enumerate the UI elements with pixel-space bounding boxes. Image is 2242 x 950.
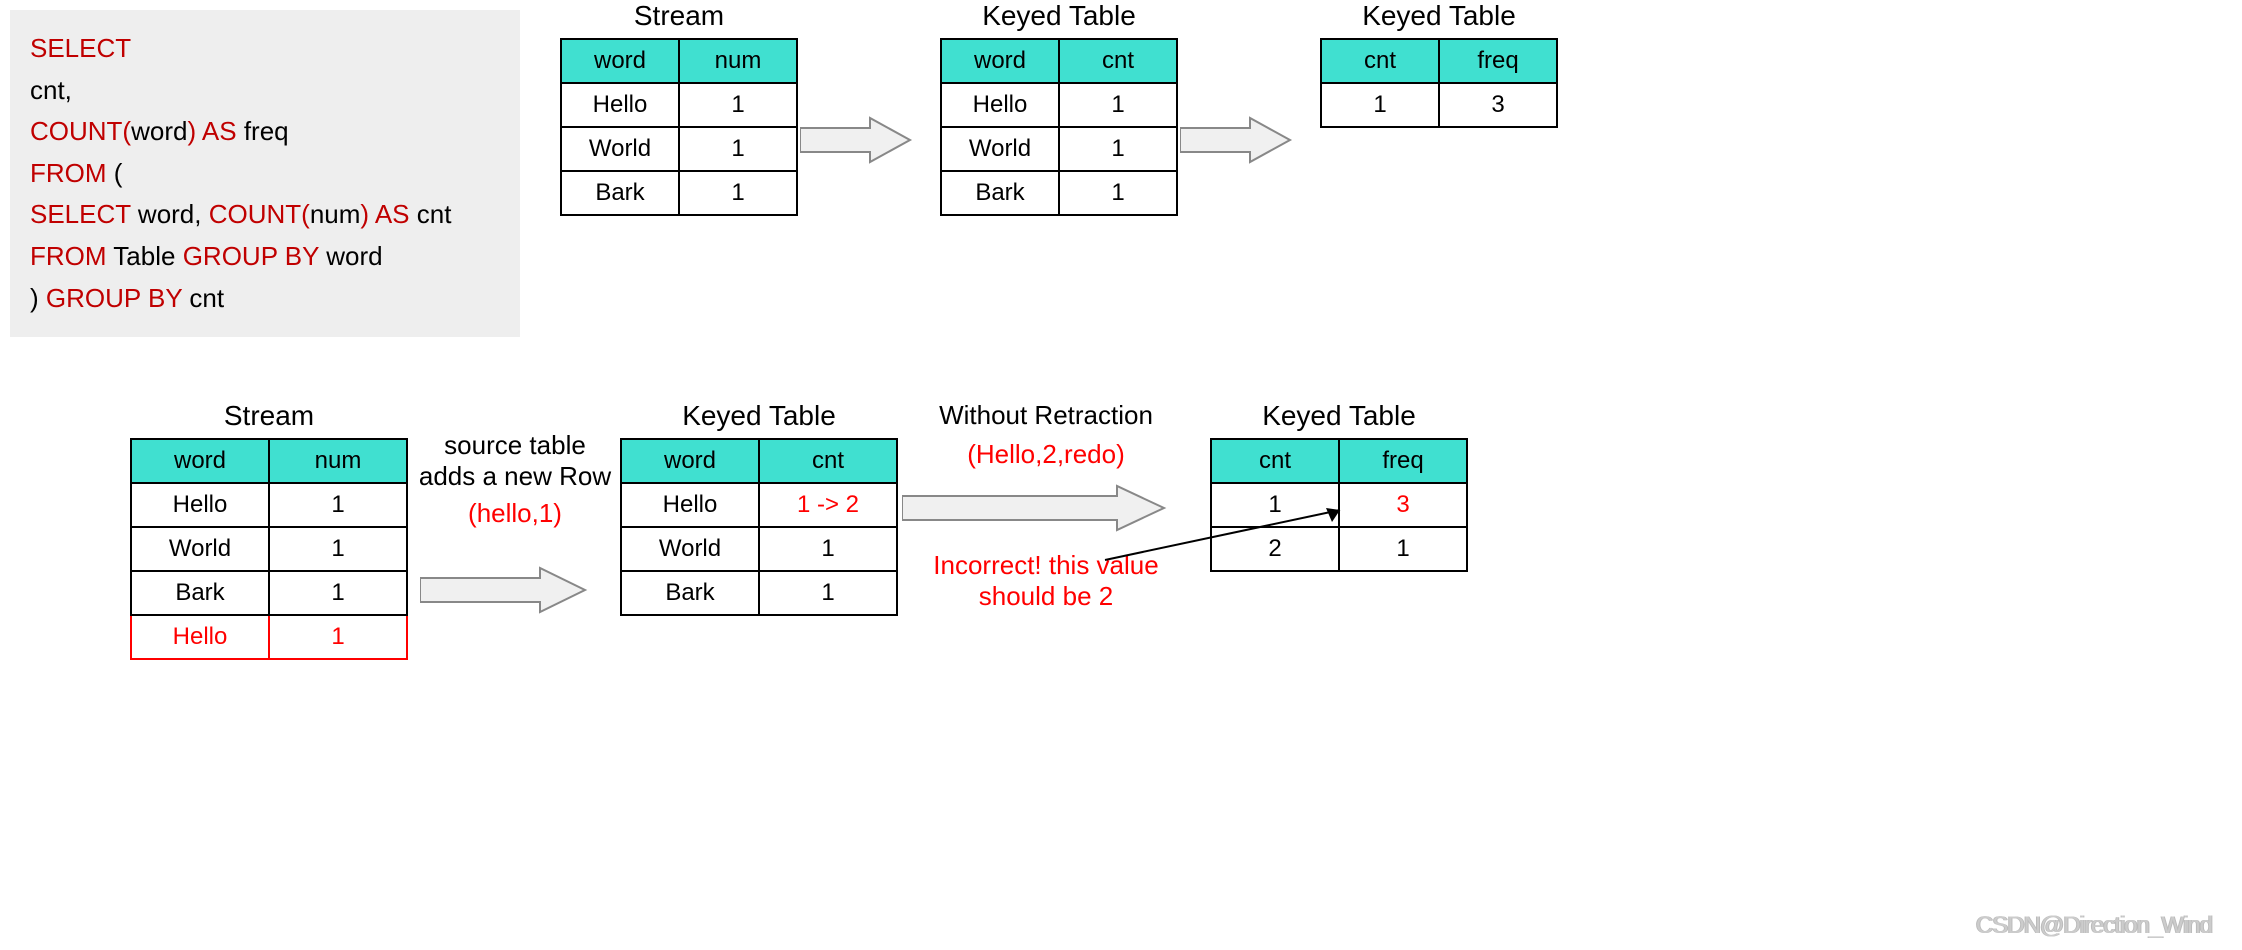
table-title: Keyed Table xyxy=(1210,400,1468,432)
top-stream-block: Stream wordnum Hello1 World1 Bark1 xyxy=(560,0,798,216)
pointer-arrow-icon xyxy=(1100,500,1360,570)
source-table-note: source table adds a new Row (hello,1) xyxy=(400,430,630,529)
table-title: Keyed Table xyxy=(1320,0,1558,32)
top-keyed1-block: Keyed Table wordcnt Hello1 World1 Bark1 xyxy=(940,0,1178,216)
top-keyed2-table: cntfreq 13 xyxy=(1320,38,1558,128)
top-keyed1-table: wordcnt Hello1 World1 Bark1 xyxy=(940,38,1178,216)
bottom-stream-table: wordnum Hello1 World1 Bark1 Hello1 xyxy=(130,438,408,660)
table-title: Keyed Table xyxy=(620,400,898,432)
arrow-icon xyxy=(800,110,920,170)
bottom-stream-block: Stream wordnum Hello1 World1 Bark1 Hello… xyxy=(130,400,408,660)
bottom-keyed1-block: Keyed Table wordcnt Hello1 -> 2 World1 B… xyxy=(620,400,898,616)
table-title: Stream xyxy=(560,0,798,32)
arrow-icon xyxy=(1180,110,1300,170)
without-retraction-note: Without Retraction (Hello,2,redo) xyxy=(896,400,1196,470)
top-stream-table: wordnum Hello1 World1 Bark1 xyxy=(560,38,798,216)
top-keyed2-block: Keyed Table cntfreq 13 xyxy=(1320,0,1558,128)
table-title: Keyed Table xyxy=(940,0,1178,32)
watermark: CSDN@Direction_Wind xyxy=(1976,912,2212,940)
table-title: Stream xyxy=(130,400,408,432)
arrow-icon xyxy=(420,560,590,620)
bottom-keyed1-table: wordcnt Hello1 -> 2 World1 Bark1 xyxy=(620,438,898,616)
sql-code-block: SELECT cnt, COUNT(word) AS freq FROM ( S… xyxy=(10,10,520,337)
